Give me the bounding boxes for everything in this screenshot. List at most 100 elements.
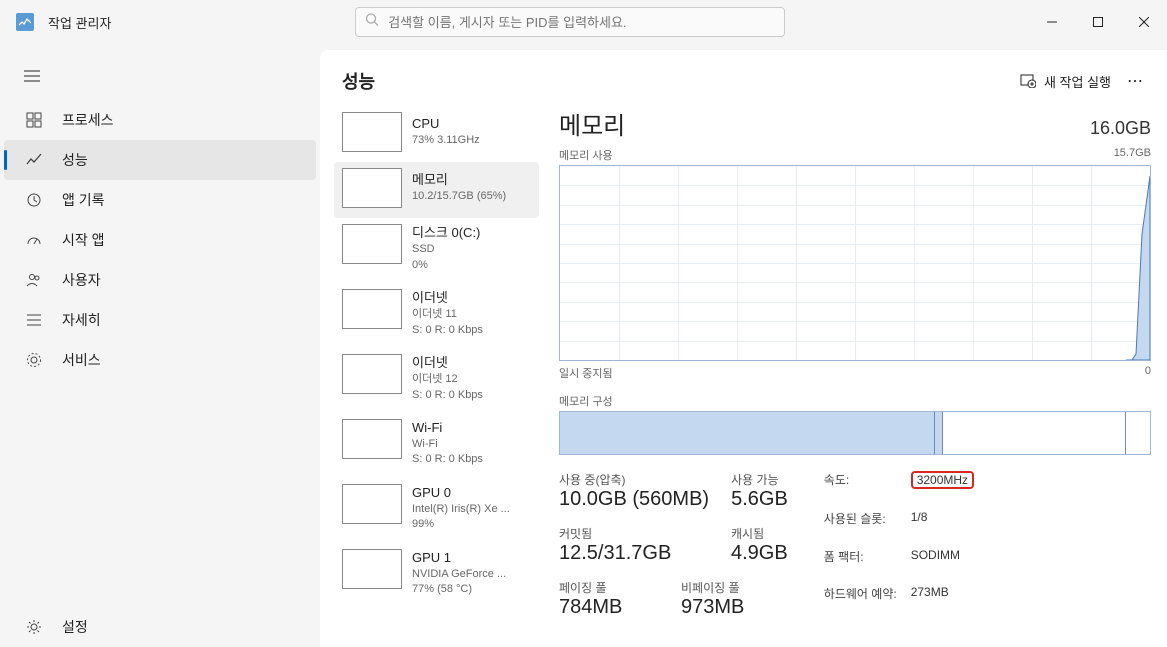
sidebar-item-users[interactable]: 사용자 <box>4 260 316 300</box>
sidebar-item-label: 설정 <box>62 617 88 637</box>
composition-label: 메모리 구성 <box>559 393 1151 409</box>
kv-value-speed: 3200MHz <box>911 471 974 489</box>
minimize-button[interactable] <box>1029 0 1075 44</box>
kv-value-reserved: 273MB <box>911 585 974 619</box>
resource-sub2: S: 0 R: 0 Kbps <box>412 452 483 467</box>
sidebar-item-processes[interactable]: 프로세스 <box>4 100 316 140</box>
sidebar-item-details[interactable]: 자세히 <box>4 300 316 340</box>
resource-thumb <box>342 484 402 524</box>
sidebar-item-label: 시작 앱 <box>62 230 105 250</box>
resource-item-memory[interactable]: 메모리10.2/15.7GB (65%) <box>334 162 539 218</box>
resource-item-gpu-1[interactable]: GPU 1NVIDIA GeForce ...77% (58 °C) <box>334 543 539 608</box>
page-title: 성능 <box>342 68 375 94</box>
stat-value-paged: 784MB <box>559 596 659 619</box>
settings-icon <box>24 619 44 635</box>
speed-icon <box>24 232 44 248</box>
sidebar-item-services[interactable]: 서비스 <box>4 340 316 380</box>
kv-label-slots: 사용된 슬롯: <box>824 510 897 544</box>
resource-name: Wi-Fi <box>412 419 483 437</box>
resource-sub: NVIDIA GeForce ... <box>412 567 506 582</box>
resource-item-wifi[interactable]: Wi-FiWi-FiS: 0 R: 0 Kbps <box>334 413 539 478</box>
usage-chart-max: 15.7GB <box>1114 147 1151 163</box>
search-icon <box>365 13 379 32</box>
new-task-button[interactable]: 새 작업 실행 <box>1020 72 1111 91</box>
resource-sub: 이더넷 12 <box>412 372 483 387</box>
resource-thumb <box>342 419 402 459</box>
new-task-icon <box>1020 72 1036 91</box>
stat-label-paged: 페이징 풀 <box>559 579 659 596</box>
stat-label-inuse: 사용 중(압축) <box>559 471 709 488</box>
detail-title: 메모리 <box>559 106 625 141</box>
detail-total: 16.0GB <box>1090 118 1151 139</box>
stat-label-available: 사용 가능 <box>731 471 788 488</box>
resource-sub: 73% 3.11GHz <box>412 133 480 148</box>
kv-label-reserved: 하드웨어 예약: <box>824 585 897 619</box>
resource-item-gpu-0[interactable]: GPU 0Intel(R) Iris(R) Xe ...99% <box>334 478 539 543</box>
resource-sub2: S: 0 R: 0 Kbps <box>412 323 483 338</box>
new-task-label: 새 작업 실행 <box>1044 72 1111 91</box>
sidebar-item-label: 자세히 <box>62 310 101 330</box>
resource-thumb <box>342 549 402 589</box>
more-button[interactable]: ⋯ <box>1127 71 1145 91</box>
stat-value-cached: 4.9GB <box>731 542 788 565</box>
close-button[interactable] <box>1121 0 1167 44</box>
list-icon <box>24 312 44 328</box>
sidebar: 프로세스 성능 앱 기록 시작 앱 사용자 자세히 서비스 설정 <box>0 44 320 647</box>
app-title: 작업 관리자 <box>48 13 111 32</box>
sidebar-item-settings[interactable]: 설정 <box>4 607 316 647</box>
stat-value-nonpaged: 973MB <box>681 596 744 619</box>
resource-sub: Intel(R) Iris(R) Xe ... <box>412 502 510 517</box>
resource-sub: Wi-Fi <box>412 437 483 452</box>
memory-composition-bar[interactable] <box>559 411 1151 455</box>
kv-value-form: SODIMM <box>911 548 974 582</box>
app-icon <box>16 13 34 31</box>
resource-thumb <box>342 112 402 152</box>
resource-item-ethernet-1[interactable]: 이더넷이더넷 11S: 0 R: 0 Kbps <box>334 283 539 348</box>
resource-thumb <box>342 289 402 329</box>
chart-footer-right: 0 <box>1145 365 1151 381</box>
resource-name: 이더넷 <box>412 289 483 307</box>
stat-label-nonpaged: 비페이징 풀 <box>681 579 744 596</box>
sidebar-item-startup[interactable]: 시작 앱 <box>4 220 316 260</box>
resource-item-ethernet-2[interactable]: 이더넷이더넷 12S: 0 R: 0 Kbps <box>334 348 539 413</box>
sidebar-item-label: 프로세스 <box>62 110 114 130</box>
sidebar-item-app-history[interactable]: 앱 기록 <box>4 180 316 220</box>
resource-sub2: 0% <box>412 258 480 273</box>
usage-chart-label: 메모리 사용 <box>559 147 613 163</box>
stat-value-committed: 12.5/31.7GB <box>559 542 709 565</box>
kv-label-form: 폼 팩터: <box>824 548 897 582</box>
resource-sub: SSD <box>412 242 480 257</box>
history-icon <box>24 192 44 208</box>
gear-icon <box>24 352 44 368</box>
resource-sub: 10.2/15.7GB (65%) <box>412 189 506 204</box>
resource-list: CPU73% 3.11GHz 메모리10.2/15.7GB (65%) 디스크 … <box>334 106 539 631</box>
main-panel: 성능 새 작업 실행 ⋯ CPU73% 3.11GHz 메모리10.2/15.7… <box>320 50 1167 647</box>
stat-label-committed: 커밋됨 <box>559 525 709 542</box>
chart-icon <box>24 152 44 168</box>
resource-name: 이더넷 <box>412 354 483 372</box>
sidebar-item-performance[interactable]: 성능 <box>4 140 316 180</box>
stat-value-available: 5.6GB <box>731 488 788 511</box>
kv-value-slots: 1/8 <box>911 510 974 544</box>
sidebar-item-label: 사용자 <box>62 270 101 290</box>
resource-sub2: 99% <box>412 517 510 532</box>
memory-usage-chart[interactable] <box>559 165 1151 361</box>
search-input[interactable] <box>355 7 785 37</box>
grid-icon <box>24 112 44 128</box>
resource-sub2: 77% (58 °C) <box>412 582 506 597</box>
resource-thumb <box>342 224 402 264</box>
stat-value-inuse: 10.0GB (560MB) <box>559 488 709 511</box>
resource-thumb <box>342 354 402 394</box>
chart-footer-left: 일시 중지됨 <box>559 365 613 381</box>
resource-name: 디스크 0(C:) <box>412 224 480 242</box>
window-controls <box>1029 0 1167 44</box>
detail-panel: 메모리 16.0GB 메모리 사용 15.7GB 일시 중지됨 0 <box>559 106 1151 631</box>
nav-toggle-button[interactable] <box>20 64 44 88</box>
titlebar: 작업 관리자 <box>0 0 1167 44</box>
maximize-button[interactable] <box>1075 0 1121 44</box>
resource-sub2: S: 0 R: 0 Kbps <box>412 388 483 403</box>
resource-item-disk-0[interactable]: 디스크 0(C:)SSD0% <box>334 218 539 283</box>
search-container <box>355 7 785 37</box>
resource-name: 메모리 <box>412 171 506 189</box>
resource-item-cpu[interactable]: CPU73% 3.11GHz <box>334 106 539 162</box>
